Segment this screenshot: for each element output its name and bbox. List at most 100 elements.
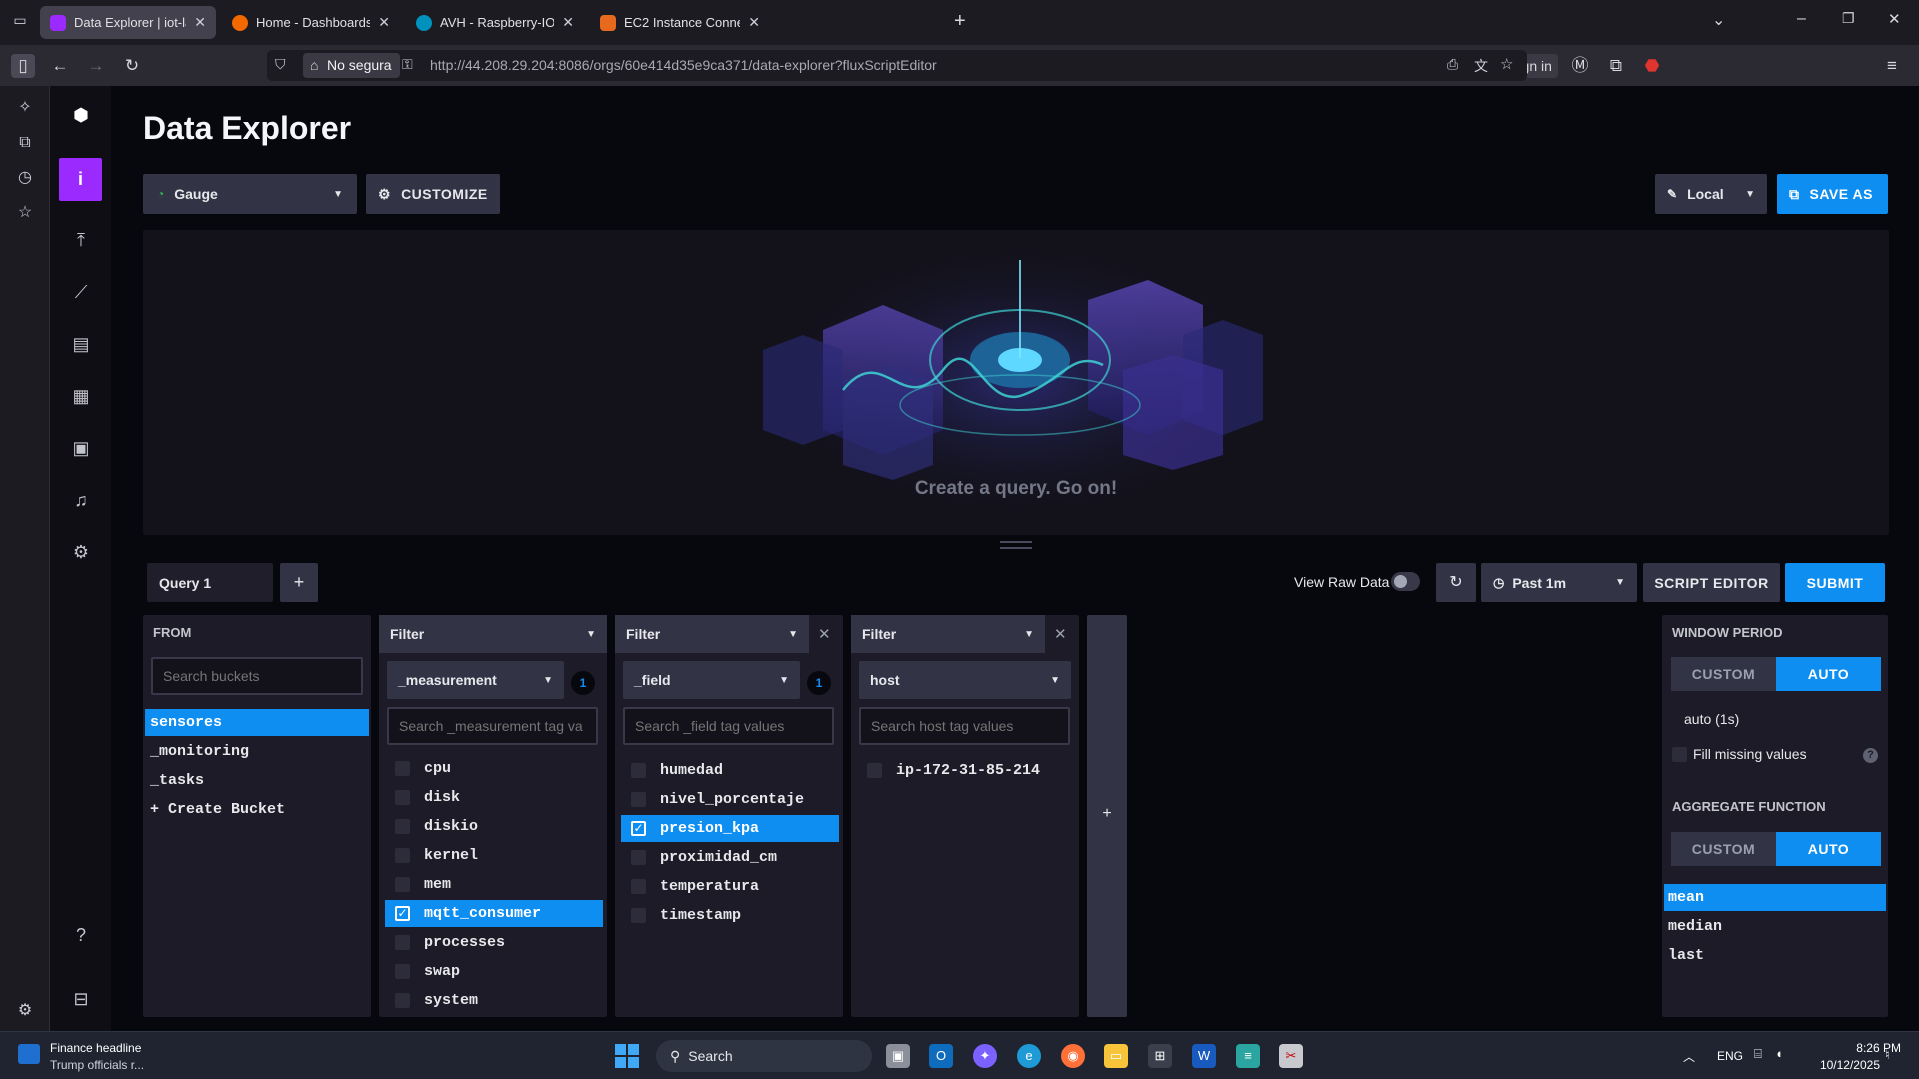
- tag-key-dropdown[interactable]: _measurement ▼: [387, 661, 564, 699]
- volume-icon[interactable]: ◖: [1775, 1046, 1783, 1061]
- notifications-bell-icon[interactable]: ♮: [1885, 1047, 1890, 1063]
- key-icon[interactable]: ⚿: [402, 56, 413, 73]
- tag-value-item[interactable]: ✓ mqtt_consumer: [385, 900, 603, 927]
- alerts-bell-icon[interactable]: ♫: [66, 485, 96, 515]
- measurement-search-input[interactable]: [387, 707, 598, 745]
- settings-gear-icon[interactable]: ⚙: [66, 537, 96, 567]
- create-bucket-link[interactable]: + Create Bucket: [145, 796, 369, 823]
- aggregate-function-item[interactable]: median: [1664, 913, 1886, 940]
- extensions-puzzle-icon[interactable]: ⧉: [1604, 54, 1628, 78]
- network-icon[interactable]: ⌸: [1754, 1046, 1762, 1062]
- checkbox[interactable]: [395, 877, 410, 892]
- translate-icon[interactable]: 文: [1474, 56, 1488, 76]
- restore-window-button[interactable]: ❐: [1842, 10, 1855, 27]
- bookmark-star-icon[interactable]: ☆: [1500, 55, 1513, 73]
- sidebar-settings-gear-icon[interactable]: ⚙: [14, 1000, 36, 1022]
- tag-value-item[interactable]: mem: [385, 871, 603, 898]
- checkbox[interactable]: [631, 792, 646, 807]
- checkbox[interactable]: [1672, 746, 1687, 762]
- submit-button[interactable]: SUBMIT: [1785, 563, 1885, 602]
- checkbox[interactable]: [395, 935, 410, 950]
- view-raw-data-toggle[interactable]: [1391, 572, 1420, 591]
- tag-value-item[interactable]: proximidad_cm: [621, 844, 839, 871]
- clock-date[interactable]: 10/12/2025: [1810, 1058, 1880, 1072]
- tag-value-item[interactable]: ip-172-31-85-214: [857, 757, 1075, 784]
- function-auto-button[interactable]: AUTO: [1776, 832, 1881, 866]
- org-avatar[interactable]: i: [59, 158, 102, 201]
- checkbox[interactable]: [395, 964, 410, 979]
- script-editor-button[interactable]: SCRIPT EDITOR: [1643, 563, 1780, 602]
- tag-key-dropdown[interactable]: _field ▼: [623, 661, 800, 699]
- tag-value-item[interactable]: cpu: [385, 755, 603, 782]
- tab-list-icon[interactable]: ▭: [10, 12, 30, 32]
- checkmark-icon[interactable]: ✓: [395, 906, 410, 921]
- save-as-button[interactable]: ⧉ SAVE AS: [1777, 174, 1888, 214]
- bucket-search-input[interactable]: [151, 657, 363, 695]
- edge-icon[interactable]: e: [1017, 1044, 1041, 1068]
- show-hidden-icons-chevron-icon[interactable]: ︿: [1683, 1048, 1695, 1065]
- checkbox[interactable]: [631, 850, 646, 865]
- fill-missing-checkbox[interactable]: Fill missing values: [1672, 746, 1807, 762]
- reload-icon[interactable]: ↻: [120, 54, 144, 78]
- dashboards-grid-icon[interactable]: ▦: [66, 381, 96, 411]
- data-explorer-graph-icon[interactable]: ⟋: [66, 277, 96, 307]
- tag-value-item[interactable]: temperatura: [621, 873, 839, 900]
- tag-value-item[interactable]: timestamp: [621, 902, 839, 929]
- shield-icon[interactable]: ⛉: [275, 56, 286, 73]
- tab-overflow-chevron-icon[interactable]: ⌄: [1712, 10, 1725, 30]
- tag-value-item[interactable]: ✓ presion_kpa: [621, 815, 839, 842]
- tag-value-item[interactable]: disk: [385, 784, 603, 811]
- checkbox[interactable]: [395, 993, 410, 1008]
- tag-value-item[interactable]: diskio: [385, 813, 603, 840]
- news-headline[interactable]: Finance headline: [50, 1041, 141, 1055]
- browser-tab-grafana[interactable]: Home - Dashboards - Grafana ✕: [222, 6, 400, 39]
- notebooks-icon[interactable]: ▤: [66, 329, 96, 359]
- aggregate-function-item[interactable]: mean: [1664, 884, 1886, 911]
- checkbox[interactable]: [395, 819, 410, 834]
- back-arrow-icon[interactable]: ←: [48, 54, 72, 78]
- tasks-calendar-icon[interactable]: ▣: [66, 433, 96, 463]
- close-tab-icon[interactable]: ✕: [378, 14, 390, 31]
- filter-function-dropdown[interactable]: Filter ▼: [851, 615, 1045, 653]
- tag-key-dropdown[interactable]: host ▼: [859, 661, 1071, 699]
- remove-filter-close-icon[interactable]: ✕: [818, 625, 831, 643]
- host-search-input[interactable]: [859, 707, 1070, 745]
- add-query-button[interactable]: +: [280, 563, 318, 602]
- close-tab-icon[interactable]: ✕: [562, 14, 574, 31]
- extension-m-icon[interactable]: Ⓜ: [1568, 54, 1592, 78]
- sidebar-toggle-icon[interactable]: ▯: [11, 54, 35, 78]
- tag-value-item[interactable]: nivel_porcentaje: [621, 786, 839, 813]
- tag-value-item[interactable]: system: [385, 987, 603, 1014]
- file-explorer-icon[interactable]: ▭: [1104, 1044, 1128, 1068]
- ai-sparkle-icon[interactable]: ✧: [14, 97, 36, 119]
- browser-tab-ec2[interactable]: EC2 Instance Connect | us-east- ✕: [590, 6, 770, 39]
- remove-filter-close-icon[interactable]: ✕: [1054, 625, 1067, 643]
- news-widget-icon[interactable]: [18, 1044, 40, 1064]
- minimize-window-button[interactable]: –: [1797, 10, 1806, 28]
- filter-function-dropdown[interactable]: Filter ▼: [379, 615, 607, 653]
- customize-button[interactable]: ⚙ CUSTOMIZE: [366, 174, 500, 214]
- browser-tab-influxdb[interactable]: Data Explorer | iot-lab | InfluxD ✕: [40, 6, 216, 39]
- checkmark-icon[interactable]: ✓: [631, 821, 646, 836]
- field-search-input[interactable]: [623, 707, 834, 745]
- function-custom-button[interactable]: CUSTOM: [1671, 832, 1776, 866]
- load-data-upload-icon[interactable]: ⤒: [66, 225, 96, 255]
- windows-start-icon[interactable]: [615, 1044, 639, 1068]
- close-window-button[interactable]: ✕: [1888, 10, 1901, 28]
- help-icon[interactable]: ?: [1863, 748, 1878, 763]
- help-icon[interactable]: ?: [66, 920, 96, 950]
- microsoft-store-icon[interactable]: ⊞: [1148, 1044, 1172, 1068]
- checkbox[interactable]: [395, 848, 410, 863]
- taskbar-search-box[interactable]: ⚲ Search: [656, 1040, 872, 1072]
- task-view-icon[interactable]: ▣: [886, 1044, 910, 1068]
- tag-value-item[interactable]: swap: [385, 958, 603, 985]
- url-text[interactable]: http://44.208.29.204:8086/orgs/60e414d35…: [430, 57, 937, 73]
- close-tab-icon[interactable]: ✕: [748, 14, 760, 31]
- checkbox[interactable]: [631, 763, 646, 778]
- synced-tabs-icon[interactable]: ⧉: [14, 132, 36, 154]
- ublock-icon[interactable]: ⬣: [1640, 54, 1664, 78]
- checkbox[interactable]: [631, 908, 646, 923]
- close-tab-icon[interactable]: ✕: [194, 14, 206, 31]
- bucket-item[interactable]: _monitoring: [145, 738, 369, 765]
- filter-function-dropdown[interactable]: Filter ▼: [615, 615, 809, 653]
